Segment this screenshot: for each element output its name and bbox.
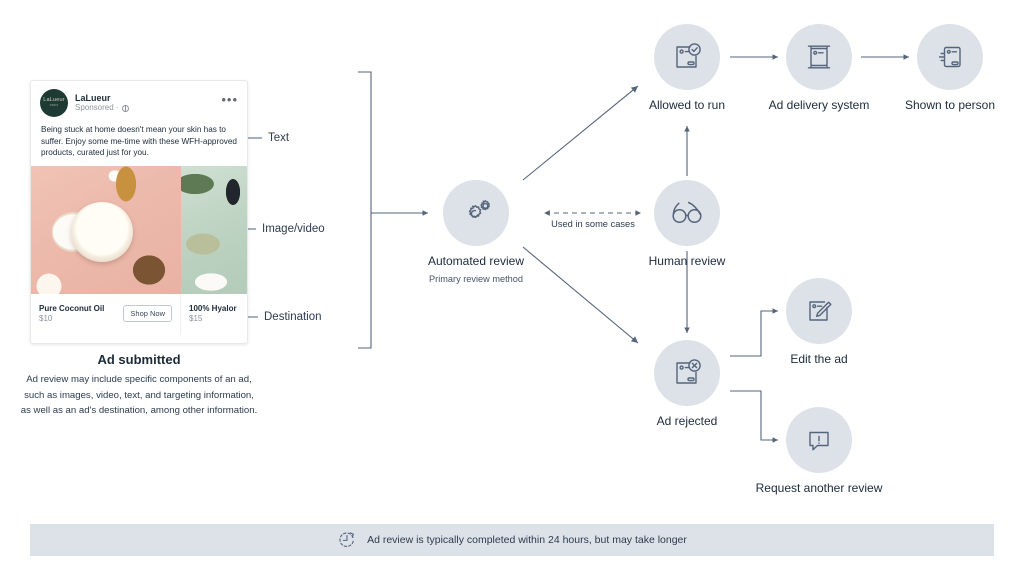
product-price: $10 (39, 313, 53, 323)
ad-sponsored-row: Sponsored · (75, 103, 221, 113)
node-edit-the-ad: Edit the ad (739, 278, 899, 368)
ad-card-header: LaLueur PARIS LaLueur Sponsored · ••• (31, 81, 247, 121)
speech-bubble-alert-icon (786, 407, 852, 473)
ad-preview-card: LaLueur PARIS LaLueur Sponsored · ••• Be… (30, 80, 248, 344)
node-title: Human review (648, 254, 726, 268)
avatar: LaLueur PARIS (40, 89, 68, 117)
product-card-1: Pure Coconut Oil $10 Shop Now (31, 293, 181, 334)
node-subtitle: Primary review method (429, 273, 523, 284)
ad-body-text: Being stuck at home doesn't mean your sk… (41, 125, 237, 158)
node-title: Automated review (427, 254, 525, 268)
node-automated-review: Automated review Primary review method (396, 180, 556, 286)
ad-media-row (31, 165, 247, 294)
product-image-coconut-oil (31, 165, 181, 294)
shop-now-button[interactable]: Shop Now (123, 305, 172, 323)
product-name: 100% Hyalor (189, 303, 237, 313)
ad-shown-icon (917, 24, 983, 90)
node-shown-to-person: Shown to person (870, 24, 1024, 114)
callout-label-destination: Destination (264, 311, 322, 323)
footer-note-text: Ad review is typically completed within … (367, 534, 687, 546)
product-image-hyaluronic (181, 165, 247, 294)
server-icon (786, 24, 852, 90)
node-title: Edit the ad (790, 352, 848, 366)
jar-shape (71, 201, 133, 262)
ad-more-options-button[interactable]: ••• (221, 93, 238, 110)
clock-refresh-icon (339, 532, 354, 547)
footer-note-bar: Ad review is typically completed within … (30, 524, 994, 556)
product-name: Pure Coconut Oil (39, 303, 105, 313)
node-request-another-review: Request another review (739, 407, 899, 497)
ad-edit-icon (786, 278, 852, 344)
ad-product-row: Pure Coconut Oil $10 Shop Now 100% Hyalo… (31, 293, 247, 334)
diagram-canvas: LaLueur PARIS LaLueur Sponsored · ••• Be… (0, 0, 1024, 576)
ad-brand-name: LaLueur (75, 92, 111, 103)
node-title: Request another review (755, 481, 883, 495)
sponsored-label: Sponsored · (75, 103, 119, 113)
dashed-connector-label: Used in some cases (551, 219, 635, 229)
globe-icon (121, 104, 129, 112)
node-title: Shown to person (904, 98, 996, 112)
ad-submitted-title: Ad submitted (97, 352, 181, 367)
ad-rejected-icon (654, 340, 720, 406)
product-price: $15 (189, 313, 203, 323)
ad-submitted-description: Ad review may include specific component… (20, 374, 258, 417)
ad-approved-icon (654, 24, 720, 90)
gears-icon (443, 180, 509, 246)
glasses-icon (654, 180, 720, 246)
avatar-sublabel: PARIS (49, 104, 59, 108)
product-card-2: 100% Hyalor $15 (181, 294, 247, 334)
callout-label-text: Text (268, 132, 290, 144)
callout-label-image-video: Image/video (262, 223, 325, 235)
